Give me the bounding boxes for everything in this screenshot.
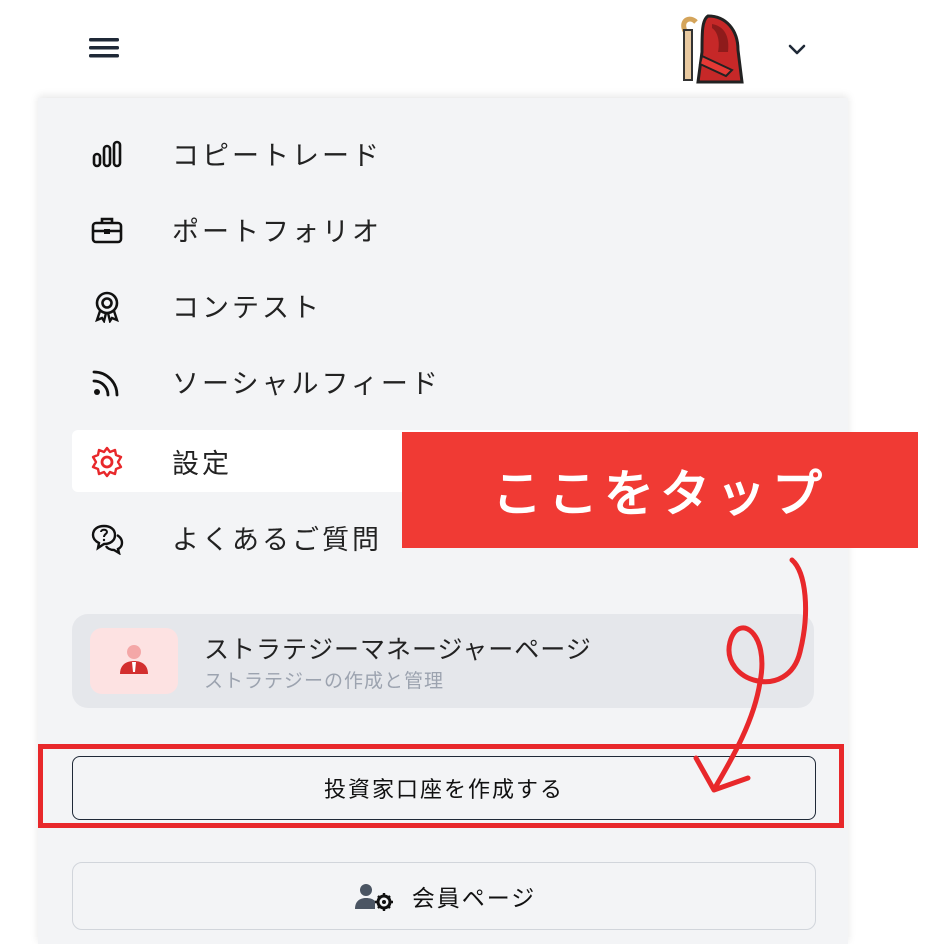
- user-gear-icon: [354, 884, 393, 911]
- callout-text: ここをタップ: [492, 465, 828, 523]
- user-avatar[interactable]: [668, 12, 748, 88]
- hamburger-menu-button[interactable]: [84, 30, 124, 66]
- create-investor-account-button[interactable]: 投資家口座を作成する: [72, 756, 816, 820]
- chevron-down-icon: [788, 44, 806, 55]
- manager-person-icon: [120, 645, 148, 674]
- nav-label-portfolio: ポートフォリオ: [172, 217, 382, 248]
- nav-item-contest[interactable]: コンテスト: [72, 274, 632, 336]
- nav-label-faq: よくあるご質問: [172, 525, 382, 556]
- member-page-button[interactable]: 会員ページ: [72, 862, 816, 930]
- nav-item-portfolio[interactable]: ポートフォリオ: [72, 198, 632, 260]
- nav-item-social-feed[interactable]: ソーシャルフィード: [72, 350, 632, 412]
- manager-avatar: [90, 628, 178, 694]
- member-page-content: 会員ページ: [352, 879, 537, 913]
- member-page-label: 会員ページ: [411, 886, 537, 912]
- question-chat-icon: [90, 521, 124, 555]
- hamburger-menu-icon: [89, 38, 119, 58]
- nav-label-contest: コンテスト: [172, 293, 322, 324]
- gear-icon: [90, 445, 124, 479]
- nav-label-settings: 設定: [172, 449, 232, 480]
- red-hooded-figure-avatar-icon: [681, 14, 744, 84]
- account-dropdown-button[interactable]: [782, 34, 812, 64]
- briefcase-icon: [90, 213, 124, 247]
- nav-item-copy-trade[interactable]: コピートレード: [72, 122, 632, 184]
- tap-here-callout: ここをタップ: [402, 432, 918, 548]
- award-medal-icon: [90, 289, 124, 323]
- top-header: [0, 0, 944, 98]
- nav-label-copy-trade: コピートレード: [172, 141, 382, 172]
- manager-card-title: ストラテジーマネージャーページ: [204, 635, 592, 664]
- rss-feed-icon: [90, 365, 124, 399]
- nav-label-social-feed: ソーシャルフィード: [172, 369, 441, 400]
- create-investor-account-label: 投資家口座を作成する: [323, 778, 564, 803]
- strategy-manager-card[interactable]: ストラテジーマネージャーページ ストラテジーの作成と管理: [72, 614, 814, 708]
- manager-card-subtitle: ストラテジーの作成と管理: [204, 670, 445, 692]
- bar-chart-icon: [90, 137, 124, 171]
